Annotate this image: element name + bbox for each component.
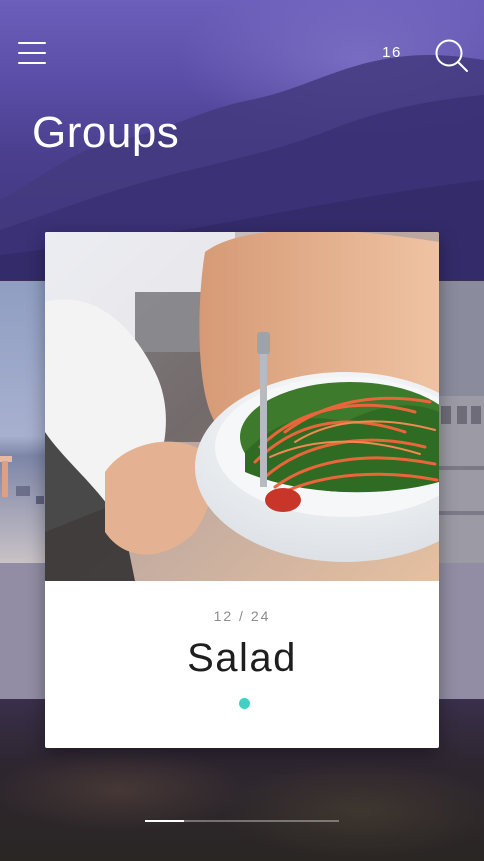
page-progress-fill (145, 820, 184, 822)
card-position-counter: 12 / 24 (213, 608, 271, 624)
group-count: 16 (382, 44, 402, 61)
salad-photo (45, 232, 439, 581)
page-progress-bar[interactable] (145, 820, 339, 822)
next-group-card[interactable] (439, 281, 484, 699)
search-icon[interactable] (433, 37, 469, 73)
building-photo (439, 281, 484, 563)
status-dot-indicator (239, 698, 250, 709)
hamburger-menu-icon[interactable] (18, 42, 46, 64)
previous-group-card[interactable] (0, 281, 45, 699)
page-title: Groups (32, 108, 180, 157)
previous-card-footer (0, 563, 45, 699)
card-title: Salad (187, 636, 297, 680)
menu-line (18, 62, 46, 64)
beach-photo (0, 281, 45, 563)
next-card-footer (439, 563, 484, 699)
menu-line (18, 42, 46, 44)
menu-line (18, 52, 46, 54)
group-card[interactable]: 12 / 24 Salad (45, 232, 439, 748)
